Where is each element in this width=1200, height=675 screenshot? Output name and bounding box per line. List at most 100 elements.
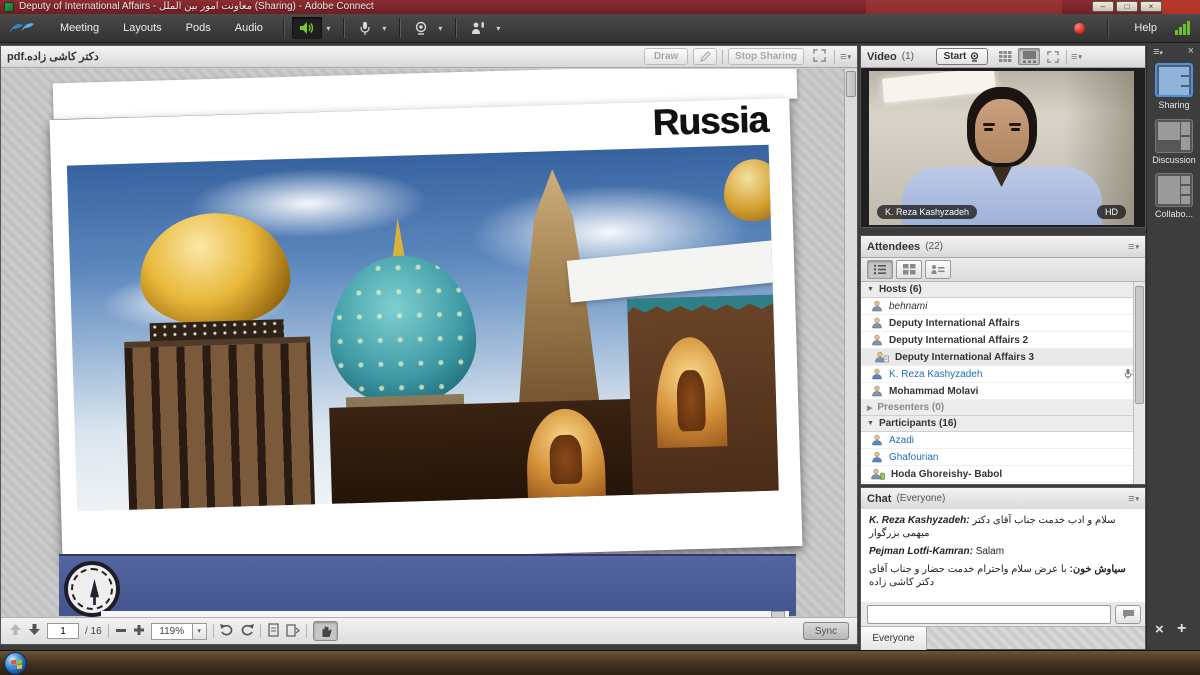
maximize-button[interactable]: □ (1116, 1, 1138, 12)
raise-hand-button[interactable] (464, 17, 492, 39)
attendee-list-view-button[interactable] (867, 260, 893, 279)
close-icon: × (1149, 2, 1154, 11)
chevron-down-icon: ▾ (1135, 495, 1139, 503)
hosts-section-label: Hosts (6) (879, 284, 922, 295)
attendee-row[interactable]: Mohammad Molavi (861, 383, 1145, 400)
pan-tool-button[interactable] (313, 621, 338, 641)
tab-everyone[interactable]: Everyone (861, 627, 927, 650)
attendee-row[interactable]: Ghafourian (861, 449, 1145, 466)
sidebar-menu-button[interactable]: ≡▾ (1153, 46, 1163, 58)
chat-pod-menu-button[interactable]: ≡▾ (1128, 493, 1139, 505)
scrollbar-thumb[interactable] (846, 71, 856, 97)
sync-button[interactable]: Sync (803, 622, 849, 640)
scrollbar-thumb[interactable] (1135, 286, 1144, 404)
add-pod-button[interactable]: + (1177, 620, 1186, 638)
filmstrip-view-button[interactable] (1018, 48, 1040, 65)
hosts-section-header[interactable]: ▼ Hosts (6) (861, 282, 1145, 298)
layout-collaboration[interactable] (1155, 173, 1193, 207)
sidebar-close-button[interactable]: × (1188, 45, 1194, 57)
webcam-button[interactable] (408, 17, 434, 39)
fit-width-button[interactable] (267, 623, 280, 640)
triangle-expanded-icon: ▼ (867, 420, 874, 427)
attendee-row[interactable]: Deputy International Affairs (861, 315, 1145, 332)
page-down-button[interactable] (28, 623, 41, 639)
fullscreen-button[interactable] (809, 49, 829, 65)
menu-pods[interactable]: Pods (174, 14, 223, 43)
attendees-pod-menu-button[interactable]: ≡▾ (1128, 241, 1139, 253)
chevron-down-icon: ▾ (1135, 243, 1139, 251)
menu-help[interactable]: Help (1130, 14, 1161, 43)
raise-hand-menu-button[interactable]: ▾ (492, 17, 505, 39)
menu-meeting[interactable]: Meeting (48, 14, 111, 43)
chevron-down-icon: ▾ (438, 24, 442, 33)
webcam-menu-button[interactable]: ▾ (434, 17, 447, 39)
fit-height-button[interactable] (286, 623, 300, 640)
redo-button[interactable] (240, 623, 254, 639)
menu-layouts[interactable]: Layouts (111, 14, 174, 43)
share-pod-menu-button[interactable]: ≡▾ (840, 51, 851, 63)
attendee-row[interactable]: Azadi (861, 432, 1145, 449)
menu-icon: ≡ (840, 51, 846, 63)
connection-signal-icon[interactable] (1175, 21, 1190, 35)
attendee-grid-view-button[interactable] (896, 260, 922, 279)
zoom-in-button[interactable] (133, 624, 145, 639)
grid-view-button[interactable] (994, 48, 1016, 65)
stop-sharing-label: Stop Sharing (735, 51, 797, 62)
presenters-section-header[interactable]: ▶ Presenters (0) (861, 400, 1145, 416)
titlebar-glass-right (1162, 0, 1200, 14)
start-webcam-button[interactable]: Start (936, 48, 988, 65)
menu-audio[interactable]: Audio (223, 14, 275, 43)
zoom-out-button[interactable] (115, 624, 127, 639)
stop-sharing-button[interactable]: Stop Sharing (728, 48, 804, 65)
microphone-button[interactable] (352, 17, 378, 39)
share-pod: دكتر كاشى زاده.pdf Draw Stop Sharing (0, 45, 858, 645)
participants-section-header[interactable]: ▼ Participants (16) (861, 416, 1145, 432)
minimize-icon: – (1101, 2, 1105, 11)
share-vertical-scrollbar[interactable] (844, 69, 857, 617)
redo-icon (240, 623, 254, 636)
attendee-row[interactable]: Deputy International Affairs 3 (861, 349, 1145, 366)
arrow-down-icon (28, 623, 41, 636)
adobe-connect-window: Deputy of International Affairs - معاونت… (0, 0, 1200, 675)
chat-pod-header: Chat (Everyone) ≡▾ (861, 488, 1145, 510)
chat-input[interactable] (867, 605, 1111, 624)
attendee-row[interactable]: Hoda Ghoreishy- Babol (861, 466, 1145, 483)
video-fullscreen-button[interactable] (1042, 48, 1064, 65)
chat-scope-label: (Everyone) (896, 493, 945, 504)
attendees-view-toolbar (861, 258, 1145, 282)
microphone-menu-button[interactable]: ▾ (378, 17, 391, 39)
close-button[interactable]: × (1140, 1, 1162, 12)
pointer-tool-button[interactable] (693, 48, 717, 65)
page-up-button[interactable] (9, 623, 22, 639)
titlebar-glass (866, 0, 1062, 14)
zoom-level-select[interactable]: 119% ▾ (151, 623, 207, 640)
attendee-row[interactable]: K. Reza Kashyzadeh (861, 366, 1145, 383)
video-pod-menu-button[interactable]: ≡▾ (1071, 51, 1082, 63)
attendee-row[interactable]: behnami (861, 298, 1145, 315)
windows-logo-icon (11, 660, 22, 670)
recording-indicator-icon[interactable] (1074, 23, 1085, 34)
draw-button-label: Draw (654, 51, 678, 62)
chat-tab-bar: Everyone (861, 626, 1145, 649)
undo-button[interactable] (220, 623, 234, 639)
title-bar: Deputy of International Affairs - معاونت… (0, 0, 1200, 14)
fullscreen-icon (813, 49, 826, 62)
layout-sharing[interactable] (1155, 63, 1193, 97)
page-number-input[interactable] (47, 623, 79, 639)
close-pod-button[interactable]: × (1155, 621, 1164, 638)
attendee-row[interactable]: Deputy International Affairs 2 (861, 332, 1145, 349)
layout-discussion[interactable] (1155, 119, 1193, 153)
minimize-button[interactable]: – (1092, 1, 1114, 12)
arrow-up-icon (9, 623, 22, 636)
attendee-icon (871, 317, 883, 329)
speaker-button[interactable] (292, 17, 322, 39)
attendee-mobile-icon (871, 468, 885, 480)
draw-button[interactable]: Draw (644, 48, 688, 65)
speaker-menu-button[interactable]: ▾ (322, 17, 335, 39)
layout-collaboration-label: Collabo... (1147, 209, 1200, 219)
attendee-name: Azadi (889, 435, 914, 446)
send-message-button[interactable] (1115, 605, 1141, 624)
attendee-status-view-button[interactable] (925, 260, 951, 279)
attendees-scrollbar[interactable] (1133, 282, 1145, 484)
start-button[interactable] (4, 652, 27, 675)
